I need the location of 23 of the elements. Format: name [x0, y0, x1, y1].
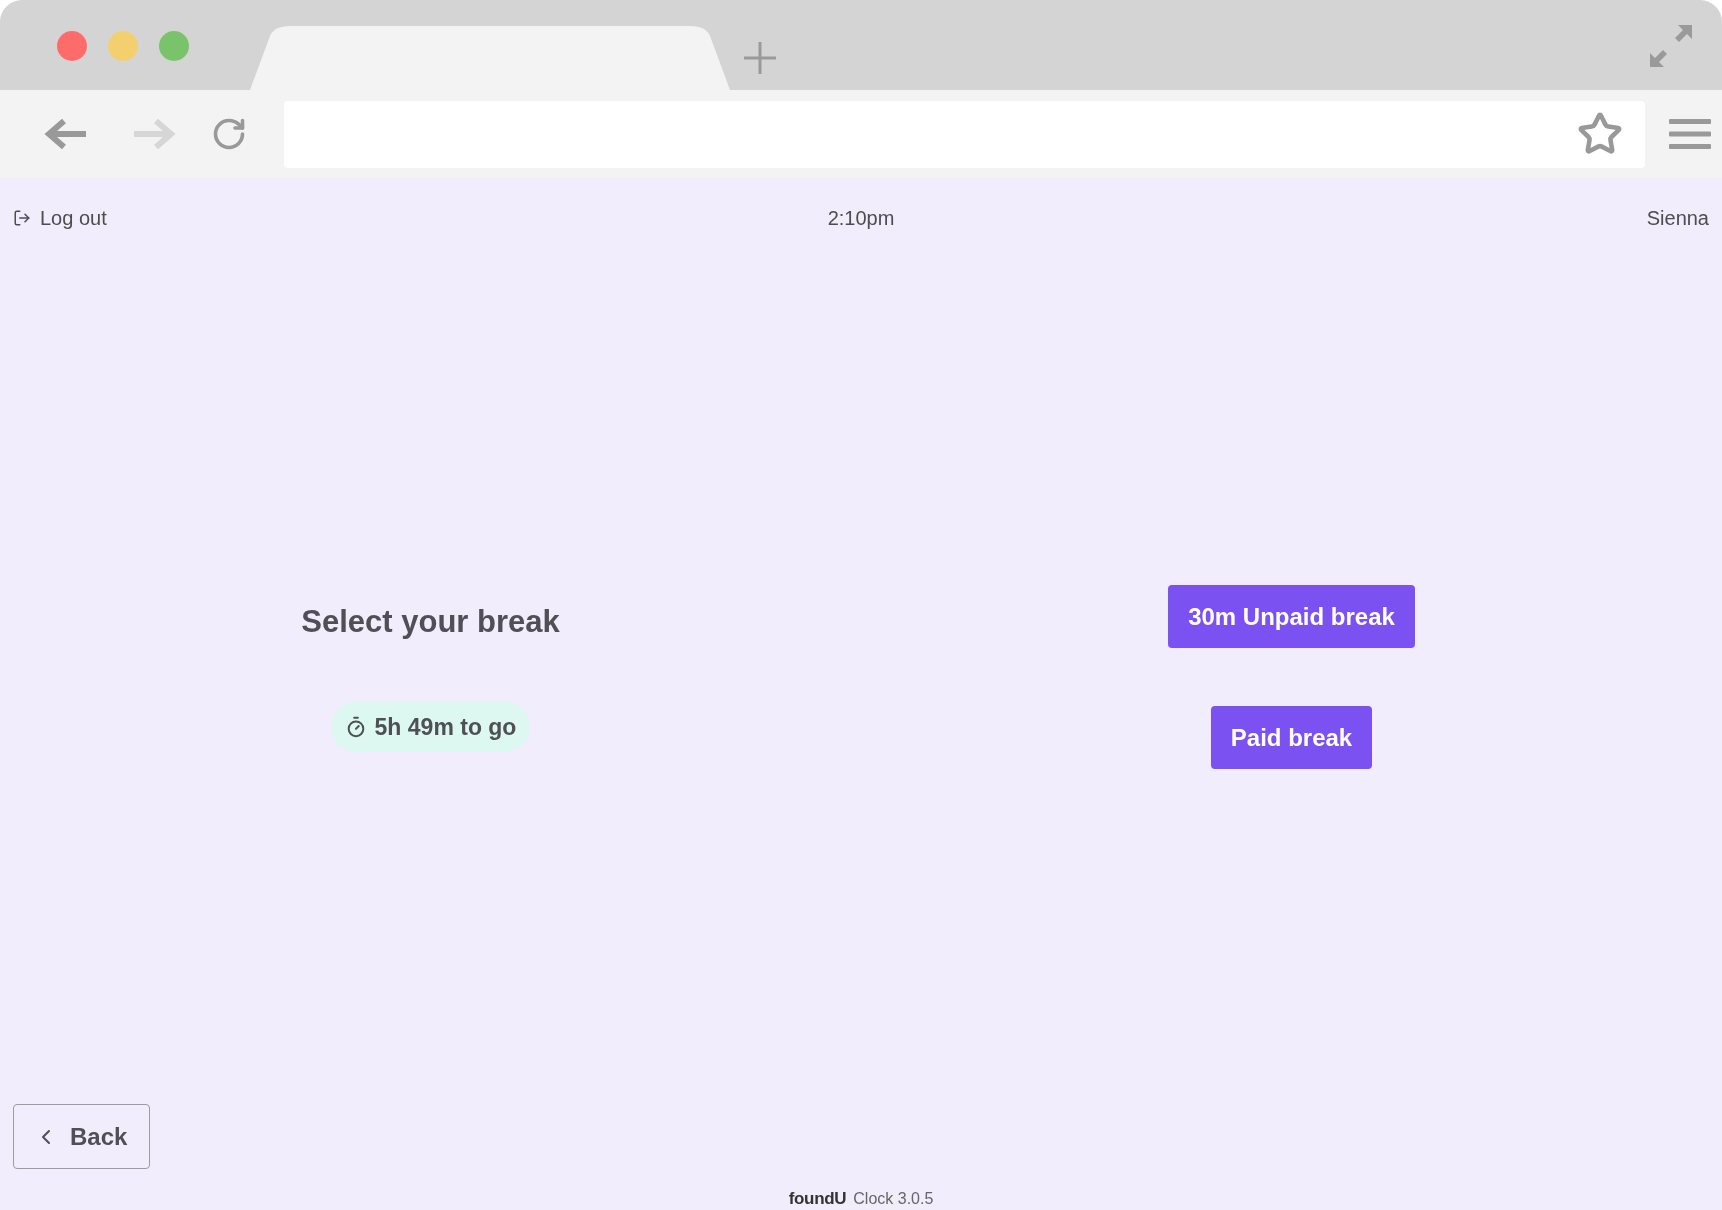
close-window-icon[interactable] — [57, 31, 87, 61]
logout-link[interactable]: Log out — [13, 206, 107, 230]
plus-icon[interactable] — [744, 42, 776, 74]
clock-time: 2:10pm — [827, 206, 895, 230]
break-option-button[interactable]: Paid break — [1210, 706, 1373, 769]
browser-tab[interactable] — [250, 26, 730, 90]
star-icon[interactable] — [1577, 111, 1623, 157]
address-field[interactable] — [284, 100, 1645, 168]
back-button[interactable]: Back — [13, 1104, 150, 1169]
brand-logo: foundU — [788, 1189, 847, 1209]
version-text: Clock 3.0.5 — [853, 1190, 934, 1208]
minimize-window-icon[interactable] — [108, 31, 138, 61]
time-remaining-text: 5h 49m to go — [374, 713, 517, 741]
zoom-window-icon[interactable] — [159, 31, 189, 61]
user-name: Sienna — [1646, 206, 1709, 230]
menu-icon[interactable] — [1669, 117, 1711, 151]
expand-icon[interactable] — [1650, 25, 1692, 67]
break-option-button[interactable]: 30m Unpaid break — [1168, 585, 1415, 648]
logout-icon — [13, 209, 31, 227]
page-heading: Select your break — [301, 603, 560, 641]
reload-icon[interactable] — [211, 116, 247, 152]
back-arrow-icon[interactable] — [44, 118, 88, 150]
forward-arrow-icon[interactable] — [132, 118, 176, 150]
